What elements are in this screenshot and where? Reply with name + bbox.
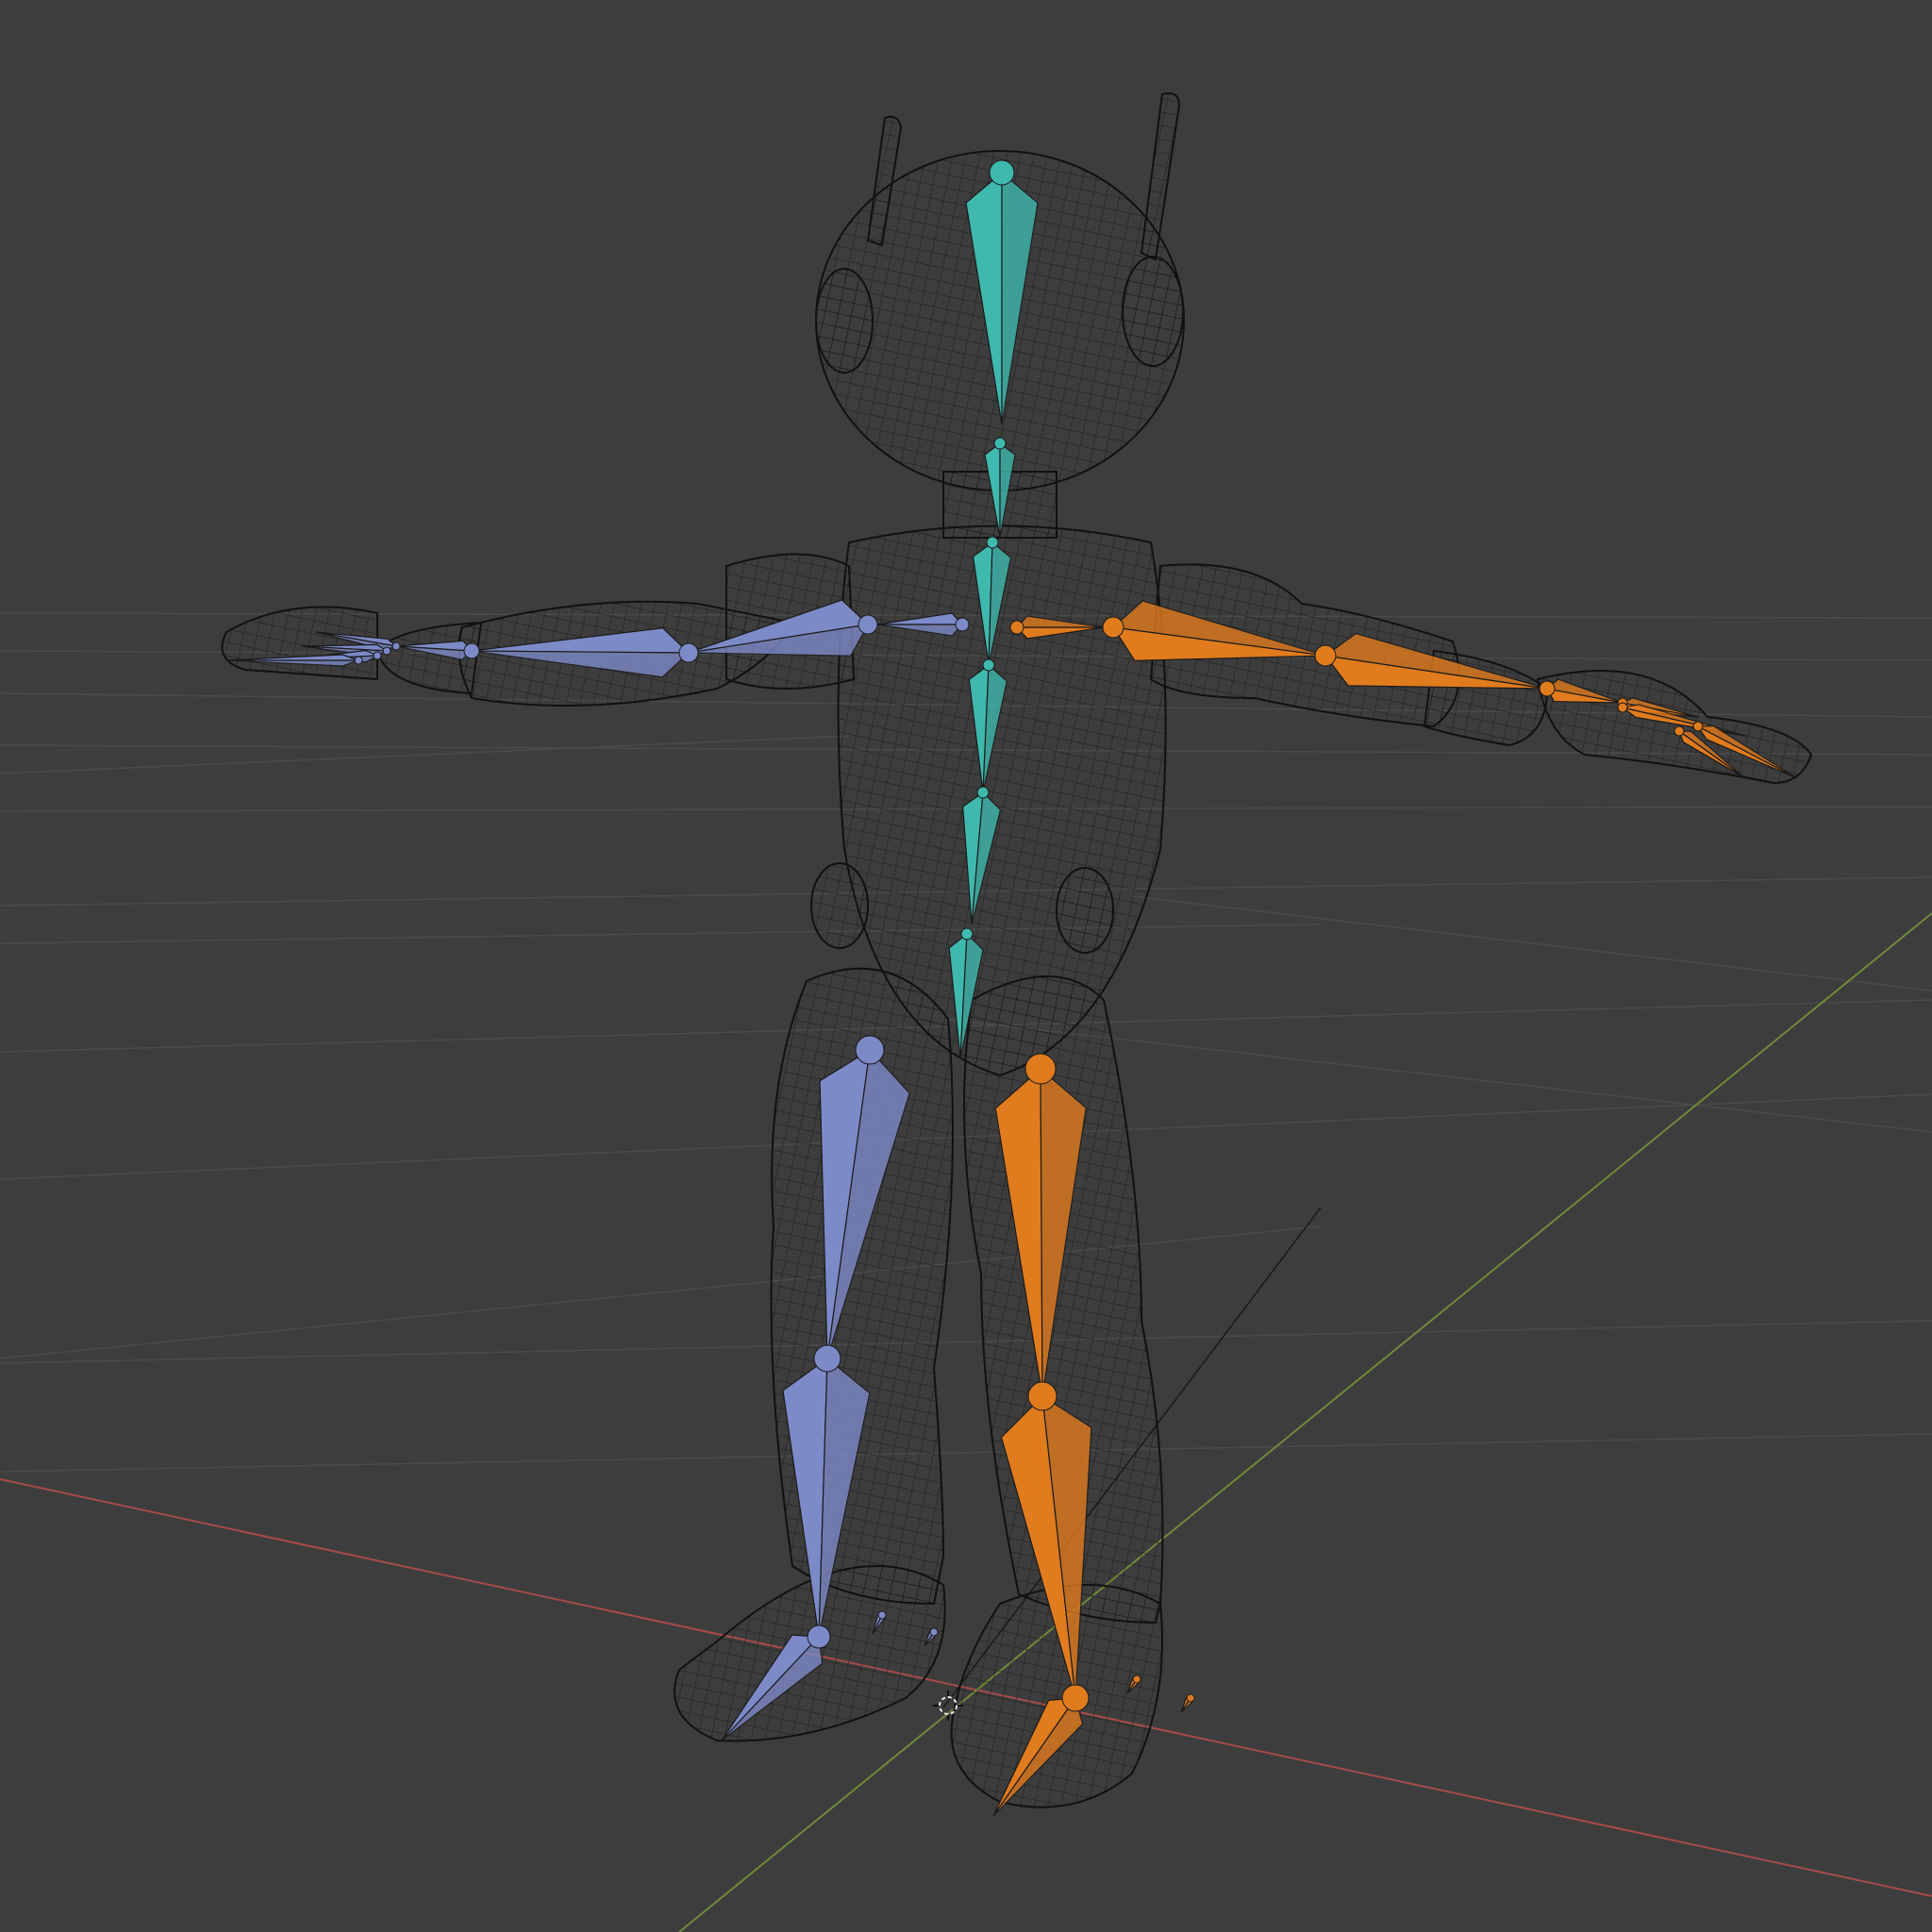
bone-toe-ik-right-2[interactable]: [1180, 1693, 1195, 1713]
bone-finger-right-3-head-joint[interactable]: [1692, 721, 1704, 732]
forearm-left: [375, 621, 483, 695]
bone-shin-right-head-joint[interactable]: [1027, 1381, 1058, 1411]
grid-line: [0, 1320, 1932, 1364]
bone-thigh-left-head-joint[interactable]: [855, 1035, 885, 1065]
bone-finger-left-2-head-joint[interactable]: [382, 646, 391, 656]
bone-upper-arm-right-head-joint[interactable]: [1102, 616, 1124, 639]
bone-neck-head-joint[interactable]: [993, 437, 1007, 450]
bone-thigh-right-head-joint[interactable]: [1024, 1053, 1057, 1085]
bone-shoulder-left-head-joint[interactable]: [955, 617, 970, 632]
bone-finger-left-1-head-joint[interactable]: [391, 641, 401, 651]
hip-loop-right: [1056, 867, 1114, 954]
hip-loop-left: [810, 862, 869, 949]
bone-toe-ik-left-1-head-joint[interactable]: [877, 1610, 887, 1620]
bone-toe-ik-right-1-head-joint[interactable]: [1132, 1674, 1141, 1684]
bone-toe-ik-left-2-head-joint[interactable]: [929, 1627, 939, 1637]
bone-forearm-left-head-joint[interactable]: [678, 642, 699, 663]
bone-foot-left-head-joint[interactable]: [807, 1624, 831, 1649]
character-wireframe-mesh[interactable]: [221, 92, 1813, 1808]
bone-finger-left-3-head-joint[interactable]: [373, 651, 382, 660]
bone-finger-right-2-head-joint[interactable]: [1617, 702, 1628, 713]
bone-finger-right-4-head-joint[interactable]: [1674, 725, 1685, 737]
bone-spine-lower-head-joint[interactable]: [976, 786, 990, 799]
grid-line: [1131, 895, 1932, 991]
bone-forearm-right-head-joint[interactable]: [1314, 644, 1337, 667]
bone-chest-head-joint[interactable]: [986, 536, 999, 549]
bone-head-head-joint[interactable]: [989, 159, 1015, 186]
3d-viewport[interactable]: [0, 0, 1932, 1932]
bone-shin-left-head-joint[interactable]: [813, 1344, 841, 1373]
bone-toe-ik-right-2-head-joint[interactable]: [1186, 1693, 1195, 1703]
bone-hand-right-head-joint[interactable]: [1539, 680, 1556, 697]
grid-line: [0, 1433, 1932, 1473]
bone-spine-upper-head-joint[interactable]: [982, 658, 995, 672]
hand-left: [221, 606, 378, 681]
viewport-canvas[interactable]: [0, 0, 1932, 1932]
bone-hand-left-head-joint[interactable]: [463, 642, 480, 659]
grid-line: [0, 735, 850, 774]
ear-right: [1122, 256, 1184, 367]
bone-foot-right-head-joint[interactable]: [1061, 1684, 1090, 1712]
ear-left: [815, 268, 874, 374]
bone-shoulder-right-head-joint[interactable]: [1009, 620, 1024, 635]
bone-hips-head-joint[interactable]: [960, 927, 974, 941]
bone-upper-arm-left-head-joint[interactable]: [858, 614, 878, 635]
bone-finger-left-4-head-joint[interactable]: [354, 656, 363, 665]
